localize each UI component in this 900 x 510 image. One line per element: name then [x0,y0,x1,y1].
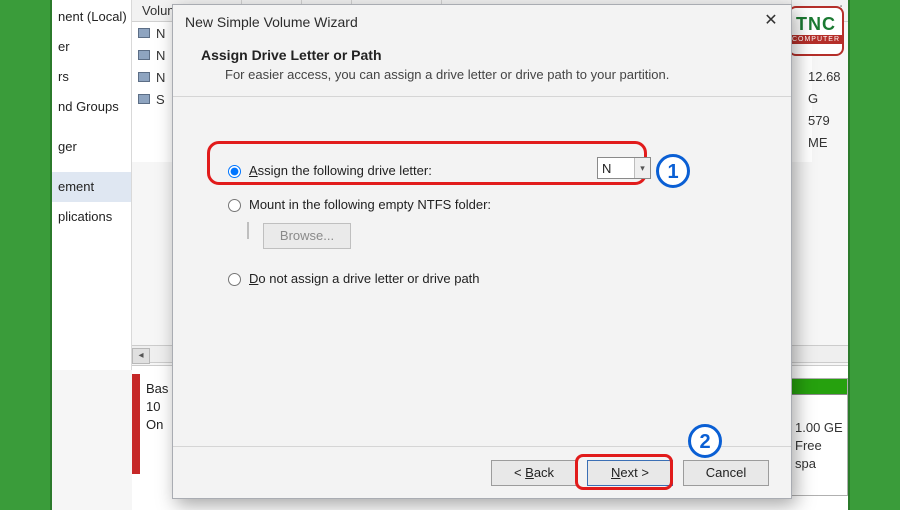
nav-item[interactable]: ger [52,132,131,162]
drive-icon [138,94,150,104]
drive-letter-value: N [598,161,634,176]
scroll-left-icon[interactable]: ◂ [132,348,150,364]
nav-item[interactable]: plications [52,202,131,232]
dialog-title: New Simple Volume Wizard [173,5,791,39]
mount-folder-input [247,222,249,239]
cancel-button[interactable]: Cancel [683,460,769,486]
capacity-value: 12.68 G [808,66,848,110]
wizard-header: Assign Drive Letter or Path For easier a… [173,39,791,97]
unallocated-partition[interactable]: 1.00 GE Free spa [788,378,848,496]
wizard-body: Assign the following drive letter: N ▾ M… [173,97,791,407]
volume-name: N [156,48,165,63]
btn-text: ack [534,465,554,480]
watermark-logo: TNC COMPUTER [788,6,844,56]
left-nav-tree: nent (Local) er rs nd Groups ger ement p… [52,0,132,370]
option-label: ssign the following drive letter: [258,163,432,178]
btn-text: ext > [620,465,649,480]
next-button[interactable]: Next > [587,460,673,486]
nav-item[interactable]: er [52,32,131,62]
capacity-value: 579 ME [808,110,848,154]
logo-text: TNC [790,8,842,35]
mnemonic: A [249,163,258,178]
disk-management-window: nent (Local) er rs nd Groups ger ement p… [50,0,850,510]
partition-size: 1.00 GE [795,419,843,437]
nav-item[interactable]: nd Groups [52,92,131,122]
mnemonic: B [525,465,534,480]
option-label: o not assign a drive letter or drive pat… [258,271,479,286]
drive-letter-dropdown[interactable]: N ▾ [597,157,651,179]
radio-no-letter[interactable] [228,273,241,286]
drive-icon [138,28,150,38]
mnemonic: D [249,271,258,286]
radio-mount-folder[interactable] [228,199,241,212]
browse-button: Browse... [263,223,351,249]
disk-color-bar [132,374,140,474]
volume-name: N [156,70,165,85]
annotation-step-1: 1 [656,154,690,188]
close-icon[interactable]: ✕ [757,9,785,33]
wizard-heading: Assign Drive Letter or Path [201,47,767,63]
partition-color-bar [789,379,847,395]
nav-item-selected[interactable]: ement [52,172,131,202]
drive-icon [138,72,150,82]
back-button[interactable]: < Back [491,460,577,486]
mnemonic: N [611,465,620,480]
option-mount-folder[interactable]: Mount in the following empty NTFS folder… [223,189,761,219]
option-no-letter[interactable]: Do not assign a drive letter or drive pa… [223,263,761,293]
partition-label: Free spa [795,437,843,473]
volume-name: S [156,92,165,107]
radio-assign-letter[interactable] [228,165,241,178]
nav-item[interactable]: nent (Local) [52,2,131,32]
btn-text: < [514,465,525,480]
nav-item[interactable]: rs [52,62,131,92]
drive-icon [138,50,150,60]
annotation-step-2: 2 [688,424,722,458]
logo-sub: COMPUTER [790,35,842,44]
volume-name: N [156,26,165,41]
option-label: Mount in the following empty NTFS folder… [249,197,491,212]
chevron-down-icon[interactable]: ▾ [634,158,650,178]
wizard-subheading: For easier access, you can assign a driv… [201,67,767,82]
